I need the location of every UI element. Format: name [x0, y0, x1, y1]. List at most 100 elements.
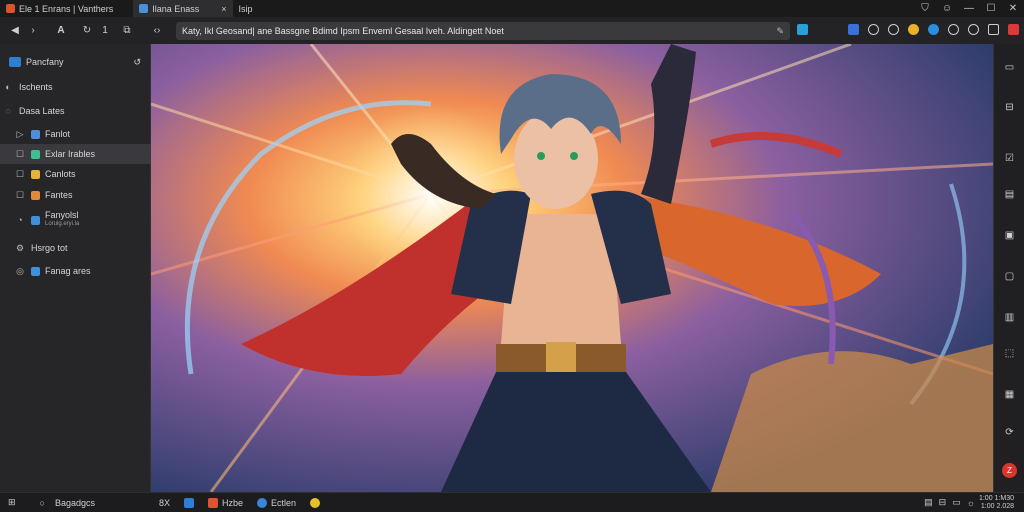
taskbar-app-yellow[interactable] [310, 497, 321, 508]
close-window-button[interactable]: ✕ [1002, 0, 1024, 17]
folder-icon [31, 129, 40, 139]
ext-yellow-icon[interactable] [908, 24, 919, 35]
tab-third[interactable]: Isip [233, 0, 259, 17]
sidebar-item-label: Fanag ares [45, 266, 91, 276]
grid-icon[interactable]: ▦ [1002, 387, 1017, 402]
sidebar-header-label: Pancfany [26, 57, 64, 67]
sidebar-item-label: Fanlot [45, 129, 71, 139]
tab-count: 1 [102, 25, 108, 36]
font-icon[interactable]: A [52, 22, 70, 40]
tray-icon-1[interactable]: ▤ [924, 497, 933, 508]
sidebar-item-fantes[interactable]: ☐ Fantes [0, 185, 151, 205]
tab-favicon [139, 4, 149, 13]
ext-blue-icon[interactable] [848, 24, 859, 35]
copy-icon[interactable]: ⧉ [118, 22, 136, 40]
ext-red-icon[interactable] [1008, 24, 1019, 35]
taskbar-label: Hzbe [222, 497, 244, 508]
image-icon[interactable]: ▣ [1002, 228, 1017, 243]
tab-favicon [6, 4, 15, 13]
tab-label: Ilana Enass [152, 3, 200, 14]
app-icon [310, 497, 321, 508]
shield-icon[interactable]: ⛉ [914, 0, 936, 17]
frame-icon[interactable]: ▢ [1002, 269, 1017, 284]
tab-active[interactable]: Ilana Enass × [133, 0, 233, 17]
checkbox-icon[interactable]: ☐ [14, 190, 26, 201]
ext-circle-icon[interactable] [888, 24, 899, 35]
sidebar-header[interactable]: Pancfany ↺ [0, 52, 151, 72]
code-icon[interactable]: ‹› [148, 22, 166, 40]
edit-icon[interactable]: ✎ [776, 26, 784, 37]
image-viewer[interactable] [151, 44, 993, 492]
taskbar-app-ectlen[interactable]: Ectlen [257, 497, 296, 508]
sidebar-item-sub: Lorulg.eryi.la [45, 221, 80, 227]
close-tab-icon[interactable]: × [221, 4, 226, 14]
refresh-icon[interactable]: ↺ [133, 57, 141, 68]
sidebar-item-label: Hsrgo tot [31, 243, 68, 253]
panel-icon[interactable]: ▭ [1002, 60, 1017, 75]
ext-dot-icon[interactable] [968, 24, 979, 35]
sidebar-item-exlar-irables[interactable]: ☐ Exlar Irables [0, 144, 151, 164]
tab-label: Isip [238, 3, 253, 14]
app-icon [208, 497, 219, 508]
sidebar-item-fanag-ares[interactable]: ◎ Fanag ares [0, 261, 151, 281]
folder-icon [31, 266, 40, 276]
tray-icon-4[interactable]: ☼ [967, 498, 975, 508]
tray-icon-3[interactable]: ▭ [952, 497, 961, 508]
app-icon [257, 497, 268, 508]
folder-icon [31, 169, 40, 179]
address-bar[interactable]: Katy, Ikl Geosand| ane Bassgne Bdimd Ips… [176, 22, 790, 40]
maximize-button[interactable]: ☐ [980, 0, 1002, 17]
ext-ring-icon[interactable] [948, 24, 959, 35]
search-label: Bagadgcs [54, 497, 96, 508]
sidebar-item-icon: ◌ [5, 106, 11, 116]
status-bar: ⊞ ○ Bagadgcs 8X Hzbe Ectlen ▤ ⊟ ▭ ☼ 1:00… [0, 492, 1024, 512]
sidebar-item-ischents[interactable]: ◐ Ischents [0, 77, 151, 97]
tab-first[interactable]: Ele 1 Enrans | Vanthers [0, 0, 119, 17]
start-icon[interactable]: ⊞ [8, 497, 16, 508]
sidebar-item-label: Fanyolsl [45, 210, 79, 220]
folder-icon [31, 190, 40, 200]
sidebar-item-fanyolsl[interactable]: ◔ Fanyolsl Lorulg.eryi.la [0, 207, 151, 233]
layers-icon[interactable]: ⊟ [1002, 100, 1017, 115]
refresh-button[interactable]: ↻ [78, 22, 96, 40]
back-button[interactable]: ◀ [6, 22, 24, 40]
ext-gray-icon[interactable] [988, 24, 999, 35]
notification-icon[interactable]: Z [1002, 463, 1017, 478]
minimize-button[interactable]: — [958, 0, 980, 17]
tab-label: Ele 1 Enrans | Vanthers [19, 3, 114, 14]
columns-icon[interactable]: ▥ [1002, 310, 1017, 325]
sidebar-item-dasa-lates[interactable]: ◌ Dasa Lates [0, 101, 151, 121]
ext-app-icon[interactable] [797, 24, 808, 35]
sidebar-item-label: Dasa Lates [19, 106, 65, 116]
task-view-icon[interactable]: 8X [159, 498, 170, 508]
tray-icon-2[interactable]: ⊟ [939, 497, 947, 508]
clock[interactable]: 1:00 1:M30 1:00 2.028 [979, 495, 1014, 511]
sidebar-item-canlots[interactable]: ☐ Canlots [0, 164, 151, 184]
forward-button[interactable]: › [24, 22, 42, 40]
artwork-image [151, 44, 993, 492]
extension-bar [797, 24, 1019, 35]
search-item[interactable]: ○ Bagadgcs [40, 498, 95, 508]
sidebar-item-hsrgo-tot[interactable]: ⚙ Hsrgo tot [0, 238, 151, 258]
ext-globe-icon[interactable] [868, 24, 879, 35]
sidebar-item-icon: ◐ [5, 82, 11, 92]
ext-blue-circle-icon[interactable] [928, 24, 939, 35]
taskbar-app-hzbe[interactable]: Hzbe [208, 497, 244, 508]
search-icon: ○ [39, 497, 45, 508]
checkbox-icon[interactable]: ☐ [14, 149, 26, 160]
checklist-icon[interactable]: ☑ [1002, 151, 1017, 166]
clock-time: 1:00 1:M30 [978, 494, 1014, 502]
gear-icon: ⚙ [15, 242, 25, 253]
expand-icon[interactable]: ▷ [14, 129, 26, 140]
sync-icon[interactable]: ⟳ [1002, 425, 1017, 440]
checkbox-icon[interactable]: ☐ [14, 169, 26, 180]
folder-icon [31, 215, 40, 225]
taskbar-app-1[interactable] [184, 497, 195, 508]
sidebar-item-label: Fantes [45, 190, 73, 200]
smile-icon[interactable]: ☺ [936, 0, 958, 17]
list-icon[interactable]: ▤ [1002, 187, 1017, 202]
sidebar-item-fanlot[interactable]: ▷ Fanlot [0, 124, 151, 144]
select-icon[interactable]: ⬚ [1002, 346, 1017, 361]
folder-icon [31, 149, 40, 159]
pie-icon: ◔ [17, 215, 23, 225]
